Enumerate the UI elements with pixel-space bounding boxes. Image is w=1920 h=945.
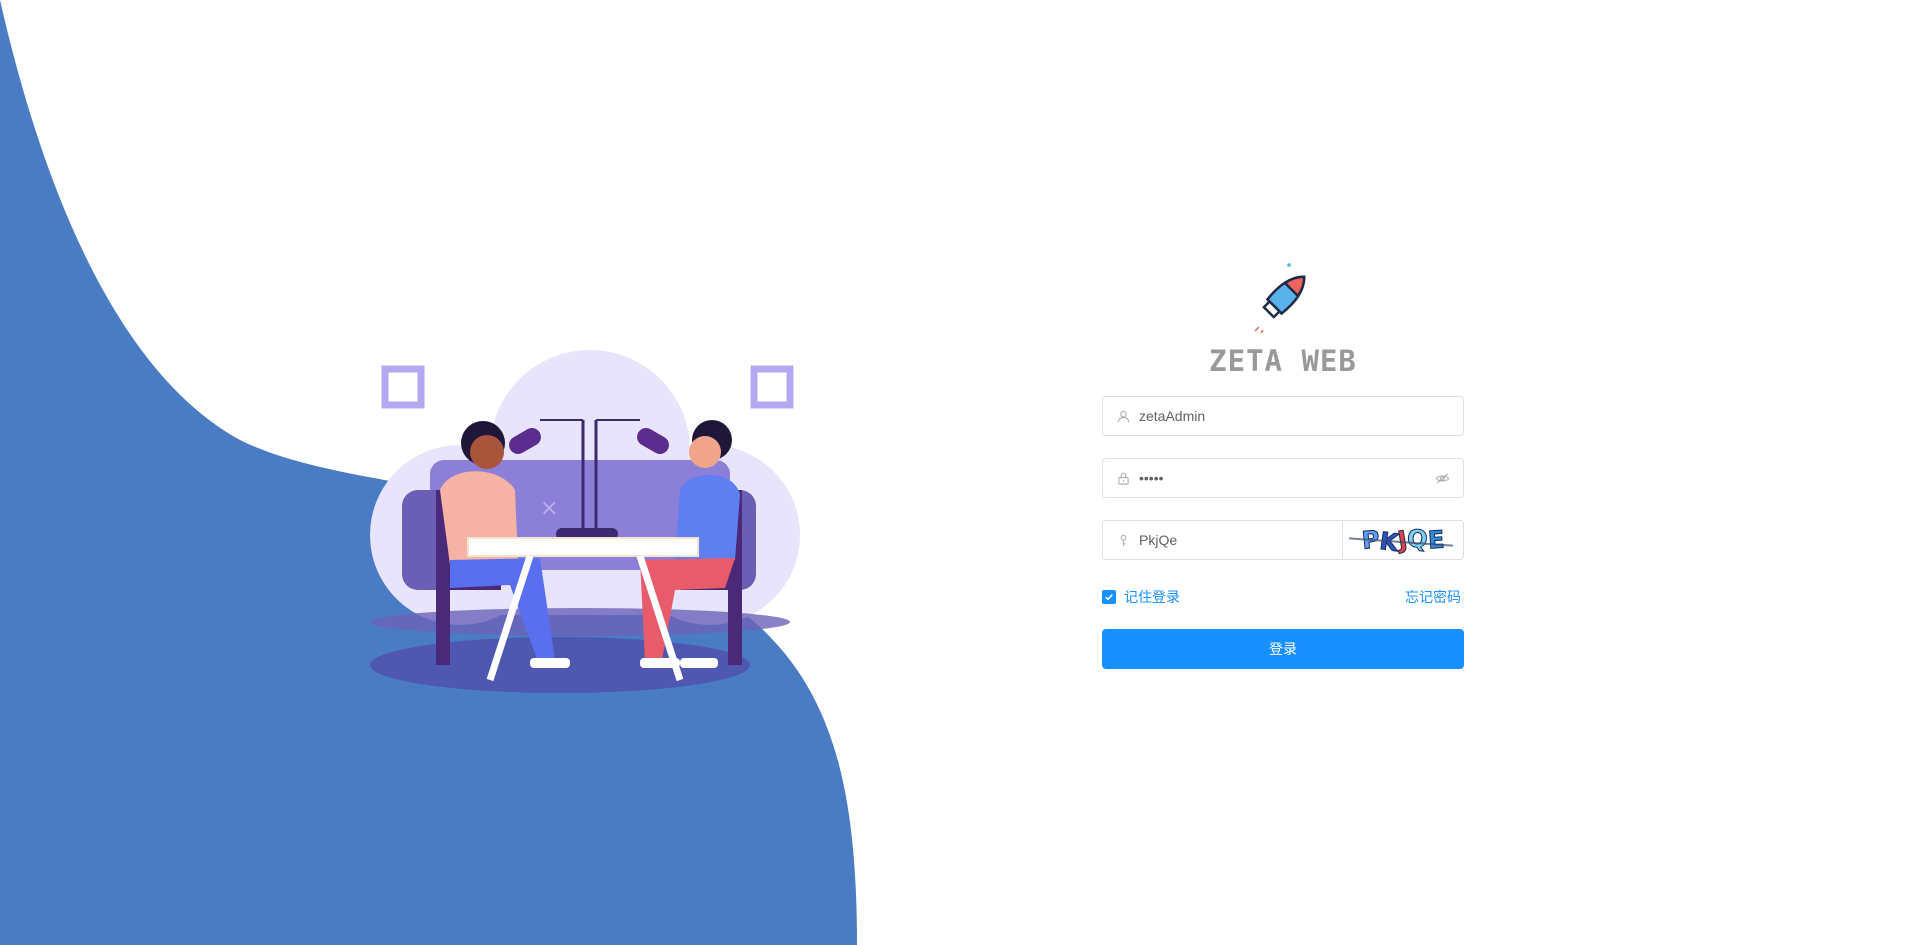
login-button[interactable]: 登录 xyxy=(1102,629,1464,669)
key-icon xyxy=(1116,533,1130,547)
login-options: 记住登录 忘记密码 xyxy=(1102,588,1464,606)
password-field[interactable]: ••••• xyxy=(1102,458,1464,498)
captcha-char: Q xyxy=(1405,524,1430,555)
app-title: ZETA WEB xyxy=(1209,344,1357,378)
remember-label[interactable]: 记住登录 xyxy=(1124,587,1180,607)
username-field[interactable] xyxy=(1102,396,1464,436)
captcha-field[interactable]: P K J Q E xyxy=(1102,520,1464,560)
captcha-image[interactable]: P K J Q E xyxy=(1342,521,1463,559)
checkbox-checked-icon[interactable] xyxy=(1102,590,1116,604)
eye-hidden-icon[interactable] xyxy=(1435,470,1451,486)
rocket-logo-icon xyxy=(1254,263,1306,334)
username-input[interactable] xyxy=(1139,398,1463,434)
password-input[interactable]: ••••• xyxy=(1139,470,1435,486)
user-icon xyxy=(1116,409,1130,423)
podcast-illustration: × xyxy=(370,350,800,693)
background-wave xyxy=(0,0,857,945)
captcha-char: E xyxy=(1426,525,1445,555)
login-panel: ZETA WEB ••••• xyxy=(1102,262,1464,669)
login-page: × ZETA WEB zetaAdmin ••••• PkjQe J Q E 记… xyxy=(0,0,1920,945)
remember-checkbox[interactable]: 记住登录 xyxy=(1102,587,1180,607)
forgot-password-link[interactable]: 忘记密码 xyxy=(1405,587,1461,607)
svg-text:×: × xyxy=(540,496,558,521)
lock-icon xyxy=(1116,471,1130,485)
captcha-input[interactable] xyxy=(1139,522,1342,558)
